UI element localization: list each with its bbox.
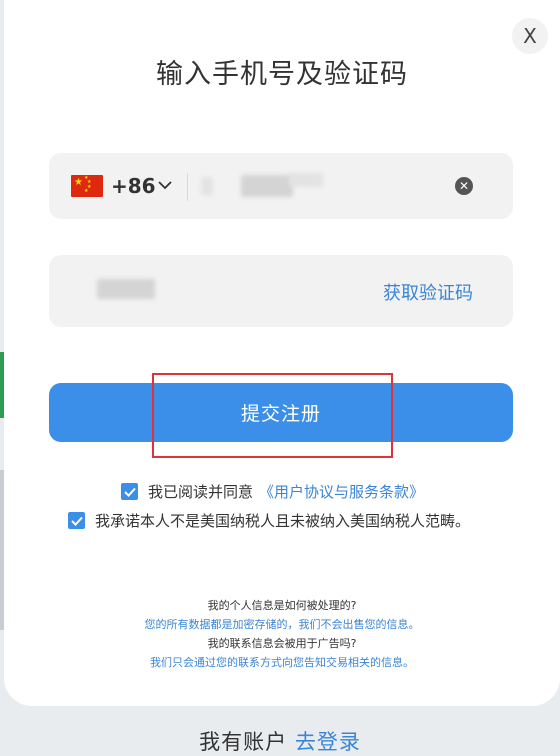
phone-field: ★ ★ ★ ★ ★ +86 ✕ <box>49 153 513 219</box>
close-button[interactable]: X <box>512 18 548 54</box>
china-flag-icon[interactable]: ★ ★ ★ ★ ★ <box>71 175 103 197</box>
divider <box>187 173 188 201</box>
verification-code-field: 获取验证码 <box>49 255 513 327</box>
submit-register-button[interactable]: 提交注册 <box>49 383 513 442</box>
agree-text: 我已阅读并同意 <box>148 483 254 501</box>
get-code-button[interactable]: 获取验证码 <box>383 279 473 305</box>
country-code[interactable]: +86 <box>111 174 156 198</box>
promise-row: 我承诺本人不是美国纳税人且未被纳入美国纳税人范畴。 <box>68 510 470 531</box>
promise-checkbox[interactable] <box>68 512 85 529</box>
register-modal: X 输入手机号及验证码 ★ ★ ★ ★ ★ +86 ✕ 获取验证码 提交注册 我… <box>4 0 560 706</box>
check-icon <box>70 516 83 526</box>
login-prompt: 我有账户 去登录 <box>0 726 560 756</box>
close-icon: X <box>523 24 537 48</box>
phone-input[interactable] <box>199 163 439 209</box>
have-account-text: 我有账户 <box>199 730 288 754</box>
faq-question: 我的联系信息会被用于广告吗? <box>207 637 357 650</box>
clear-icon[interactable]: ✕ <box>455 177 473 195</box>
check-icon <box>123 487 136 497</box>
login-link[interactable]: 去登录 <box>295 730 361 754</box>
modal-title: 输入手机号及验证码 <box>156 59 408 90</box>
terms-link[interactable]: 《用户协议与服务条款》 <box>259 481 424 502</box>
agreement-row: 我已阅读并同意 《用户协议与服务条款》 <box>121 481 424 502</box>
agree-checkbox[interactable] <box>121 483 138 500</box>
faq-answer: 我们只会通过您的联系方式向您告知交易相关的信息。 <box>150 656 414 669</box>
faq-section: 我的个人信息是如何被处理的? 您的所有数据都是加密存储的，我们不会出售您的信息。… <box>4 596 560 672</box>
chevron-down-icon[interactable] <box>155 175 175 195</box>
code-input[interactable] <box>69 267 329 315</box>
promise-text: 我承诺本人不是美国纳税人且未被纳入美国纳税人范畴。 <box>95 512 471 530</box>
faq-answer: 您的所有数据都是加密存储的，我们不会出售您的信息。 <box>144 618 420 631</box>
faq-question: 我的个人信息是如何被处理的? <box>207 599 357 612</box>
